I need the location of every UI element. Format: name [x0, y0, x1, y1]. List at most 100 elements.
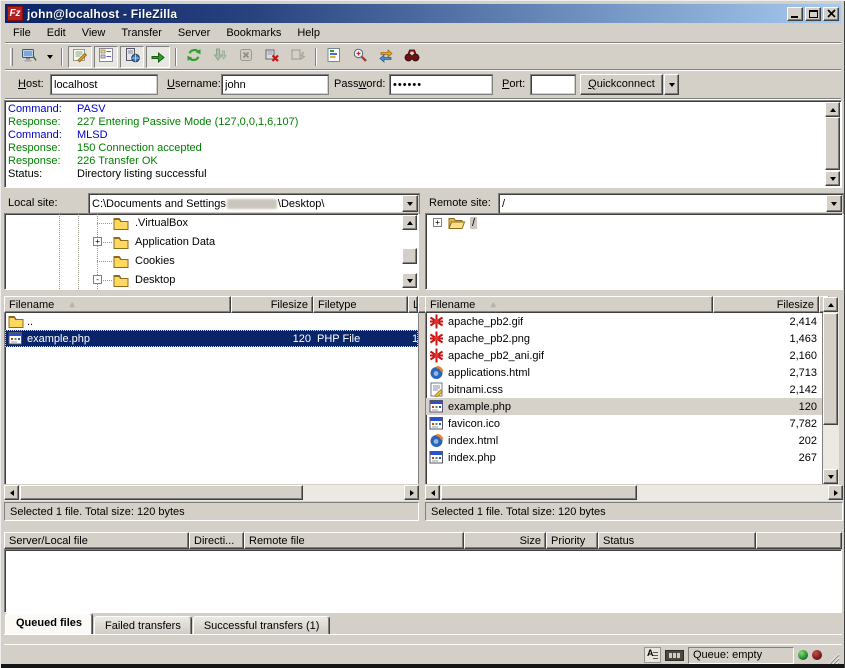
menu-bookmarks[interactable]: Bookmarks — [218, 24, 289, 42]
remote-site-label: Remote site: — [429, 197, 491, 209]
file-row-apache-pb2.gif[interactable]: apache_pb2.gif2,414 — [426, 313, 822, 330]
tab-failed-transfers[interactable]: Failed transfers — [94, 616, 192, 634]
column-header-filename[interactable]: Filename▲ — [425, 296, 713, 313]
host-input[interactable] — [51, 75, 157, 94]
log-scroll-down-button[interactable] — [825, 171, 840, 186]
file-row-example.php[interactable]: example.php120 — [426, 398, 822, 415]
tree-expander-plus[interactable]: + — [433, 218, 442, 227]
column-header-filesize[interactable]: Filesize — [713, 296, 819, 313]
scroll-down-button[interactable] — [823, 469, 838, 484]
tab-queued-files[interactable]: Queued files — [5, 613, 93, 634]
queue-column-status[interactable]: Status — [598, 532, 756, 549]
queue-column-priority[interactable]: Priority — [546, 532, 598, 549]
tree-item-cookies[interactable]: Cookies — [5, 252, 398, 270]
redacted-username — [227, 199, 277, 209]
column-header-l[interactable]: L — [408, 296, 418, 313]
quickconnect-button[interactable]: Quickconnect — [580, 74, 663, 95]
php-file-icon — [429, 399, 445, 414]
tree-item-application-data[interactable]: +Application Data — [5, 233, 398, 251]
scroll-thumb[interactable] — [402, 248, 417, 264]
file-row-index.php[interactable]: index.php267 — [426, 449, 822, 466]
menu-edit[interactable]: Edit — [39, 24, 74, 42]
cell-filesize: 2,414 — [714, 313, 820, 330]
local-site-dropdown-button[interactable] — [402, 195, 418, 212]
queue-column-directi-[interactable]: Directi... — [189, 532, 244, 549]
cell-filetype: PHP File — [314, 330, 409, 347]
scroll-down-button[interactable] — [402, 273, 417, 288]
filter-button[interactable] — [322, 46, 346, 68]
tree-expander-minus[interactable]: - — [93, 275, 102, 284]
column-header-filetype[interactable]: Filetype — [313, 296, 408, 313]
username-input[interactable] — [222, 75, 328, 94]
scroll-up-button[interactable] — [402, 215, 417, 230]
file-row-..[interactable]: .. — [5, 313, 418, 330]
file-row-favicon.ico[interactable]: favicon.ico7,782 — [426, 415, 822, 432]
queue-column-size[interactable]: Size — [464, 532, 546, 549]
disconnect-button[interactable] — [260, 46, 284, 68]
log-scroll-thumb[interactable] — [825, 117, 840, 170]
menu-view[interactable]: View — [74, 24, 114, 42]
chevron-down-icon — [47, 55, 53, 59]
toolbar-grip[interactable] — [10, 48, 13, 66]
column-header-filesize[interactable]: Filesize — [231, 296, 313, 313]
log-scroll-up-button[interactable] — [825, 102, 840, 117]
tree-expander-plus[interactable]: + — [93, 237, 102, 246]
file-row-apache-pb2-ani.gif[interactable]: apache_pb2_ani.gif2,160 — [426, 347, 822, 364]
scroll-right-button[interactable] — [828, 485, 843, 500]
minimize-button[interactable] — [787, 7, 803, 21]
filter-icon — [326, 47, 342, 66]
menu-help[interactable]: Help — [289, 24, 328, 42]
cell-last-modified — [409, 313, 419, 330]
close-button[interactable] — [823, 7, 839, 21]
data-type-indicator-icon[interactable]: A — [644, 647, 661, 663]
php-file-icon — [8, 331, 24, 346]
toggle-local-tree-button[interactable] — [94, 46, 118, 68]
scroll-thumb[interactable] — [441, 485, 637, 500]
scroll-thumb[interactable] — [823, 313, 838, 425]
resize-grip[interactable] — [826, 651, 840, 665]
tab-successful-transfers-1-[interactable]: Successful transfers (1) — [193, 616, 331, 634]
scroll-up-button[interactable] — [823, 297, 838, 312]
toggle-message-log-button[interactable] — [68, 46, 92, 68]
sort-asc-icon: ▲ — [68, 300, 76, 309]
local-site-combo[interactable]: C:\Documents and Settings\Desktop\ — [89, 194, 419, 213]
directory-comparison-button[interactable] — [348, 46, 372, 68]
file-row-apache-pb2.png[interactable]: apache_pb2.png1,463 — [426, 330, 822, 347]
quickconnect-dropdown-button[interactable] — [664, 74, 679, 95]
file-row-applications.html[interactable]: applications.html2,713 — [426, 364, 822, 381]
cancel-operation-button — [234, 46, 258, 68]
tree-item-desktop[interactable]: -Desktop — [5, 271, 398, 289]
scroll-right-button[interactable] — [404, 485, 419, 500]
queue-column-remote-file[interactable]: Remote file — [244, 532, 464, 549]
tree-item--virtualbox[interactable]: .VirtualBox — [5, 214, 398, 232]
minimize-icon — [791, 9, 800, 18]
title-bar[interactable]: Fz john@localhost - FileZilla — [5, 4, 841, 23]
tree-item-root[interactable]: +/ — [426, 214, 842, 232]
cell-filesize: 120 — [714, 398, 820, 415]
site-manager-button[interactable] — [17, 46, 41, 68]
column-header-filename[interactable]: Filename▲ — [4, 296, 231, 313]
synchronized-browsing-button[interactable] — [374, 46, 398, 68]
remote-site-dropdown-button[interactable] — [826, 195, 842, 212]
toggle-remote-tree-button[interactable] — [120, 46, 144, 68]
site-manager-dropdown[interactable] — [43, 46, 56, 68]
file-row-example.php[interactable]: example.php120PHP File1 — [5, 330, 418, 347]
toggle-queue-button[interactable] — [146, 46, 170, 68]
refresh-button[interactable] — [182, 46, 206, 68]
find-files-button[interactable] — [400, 46, 424, 68]
maximize-button[interactable] — [805, 7, 821, 21]
password-input[interactable] — [390, 75, 492, 94]
file-row-index.html[interactable]: index.html202 — [426, 432, 822, 449]
scroll-left-button[interactable] — [425, 485, 440, 500]
menu-transfer[interactable]: Transfer — [113, 24, 170, 42]
scroll-left-button[interactable] — [4, 485, 19, 500]
remote-site-combo[interactable]: / — [499, 194, 843, 213]
menu-server[interactable]: Server — [170, 24, 218, 42]
file-row-bitnami.css[interactable]: bitnami.css2,142 — [426, 381, 822, 398]
html-file-icon — [429, 365, 445, 380]
scroll-thumb[interactable] — [20, 485, 303, 500]
port-input[interactable] — [531, 75, 575, 94]
menu-file[interactable]: File — [5, 24, 39, 42]
cell-filesize: 2,160 — [714, 347, 820, 364]
queue-column-server-local-file[interactable]: Server/Local file — [4, 532, 189, 549]
